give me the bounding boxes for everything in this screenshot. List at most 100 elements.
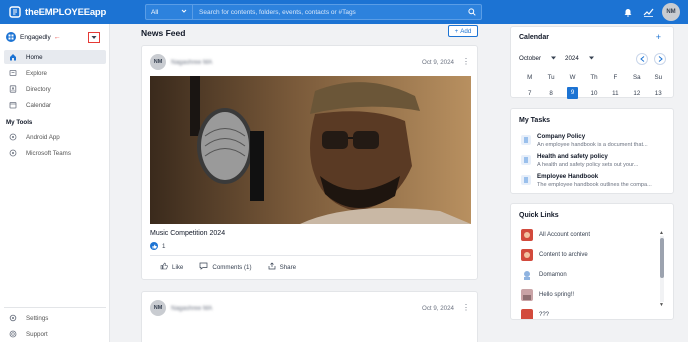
weekday-label: W xyxy=(569,73,576,81)
add-post-button[interactable]: + Add xyxy=(448,25,478,37)
sidebar-item-support[interactable]: Support xyxy=(4,327,106,341)
calendar-day[interactable]: 13 xyxy=(648,90,669,97)
logo-icon xyxy=(9,6,21,18)
link-thumbnail xyxy=(521,289,533,301)
sidebar-item-microsoft-teams[interactable]: Microsoft Teams xyxy=(4,146,106,160)
sidebar-item-directory[interactable]: Directory xyxy=(4,82,106,96)
month-select[interactable]: October xyxy=(519,55,557,62)
quick-link-item[interactable]: Content to archive xyxy=(521,248,661,262)
scroll-thumb[interactable] xyxy=(660,238,664,278)
weekday-label: Tu xyxy=(547,73,555,81)
post-image[interactable] xyxy=(150,76,471,224)
quick-link-label: Domamon xyxy=(539,272,567,278)
sidebar-item-label: Settings xyxy=(26,314,49,322)
support-icon xyxy=(9,330,17,338)
add-event-button[interactable]: + xyxy=(656,33,661,42)
search-icon[interactable] xyxy=(463,5,481,19)
previous-week-button[interactable] xyxy=(636,53,648,65)
post-author[interactable]: Nagashree MA xyxy=(171,305,212,312)
task-list-icon xyxy=(521,135,531,145)
app-icon xyxy=(9,133,17,141)
quick-link-item[interactable]: All Account content xyxy=(521,228,661,242)
more-options-icon[interactable]: ⋮ xyxy=(462,304,470,312)
post-divider xyxy=(150,255,471,256)
search-input[interactable] xyxy=(193,5,463,19)
weekday-label: F xyxy=(613,73,618,81)
like-button[interactable]: Like xyxy=(160,262,183,272)
month-value: October xyxy=(519,55,542,62)
post-header: NM Nagashree MA Oct 9, 2024 ⋮ xyxy=(150,54,470,70)
task-list-icon xyxy=(521,175,531,185)
task-item[interactable]: Health and safety policy A health and sa… xyxy=(521,153,669,173)
task-title: Employee Handbook xyxy=(537,173,599,180)
task-description: A health and safety policy sets out your… xyxy=(537,162,639,168)
sidebar-item-explore[interactable]: Explore xyxy=(4,66,106,80)
chevron-down-icon xyxy=(551,55,557,62)
quick-links-scrollbar[interactable]: ▲ ▼ xyxy=(659,230,664,308)
thumbs-up-icon xyxy=(150,242,158,250)
author-avatar[interactable]: NM xyxy=(150,300,166,316)
calendar-day[interactable]: 7 xyxy=(519,90,540,97)
sidebar-item-home[interactable]: Home xyxy=(4,50,106,64)
bell-icon[interactable] xyxy=(622,6,634,18)
calendar-icon xyxy=(9,101,17,109)
explore-icon xyxy=(9,69,17,77)
scroll-down-icon[interactable]: ▼ xyxy=(659,302,664,308)
sidebar-item-settings[interactable]: Settings xyxy=(4,311,106,325)
post-header: NM Nagashree MA Oct 9, 2024 ⋮ xyxy=(150,300,470,316)
thumbs-up-icon xyxy=(160,262,168,272)
share-icon xyxy=(268,262,276,272)
workspace-dropdown-button[interactable] xyxy=(88,32,100,43)
sidebar-item-label: Calendar xyxy=(26,101,52,109)
comments-button[interactable]: Comments (1) xyxy=(199,262,252,272)
link-thumbnail xyxy=(521,269,533,281)
calendar-panel: Calendar + October 2024 M Tu W Th F Sa S… xyxy=(510,26,674,99)
quick-link-item[interactable]: ??? xyxy=(521,308,661,319)
task-title: Health and safety policy xyxy=(537,153,608,160)
workspace-name: Engagedly xyxy=(20,33,51,41)
app-logo[interactable]: theEMPLOYEEapp xyxy=(9,6,143,18)
post-card: NM Nagashree MA Oct 9, 2024 ⋮ xyxy=(141,45,478,280)
post-author[interactable]: Nagashree MA xyxy=(171,59,212,66)
post-title[interactable]: Music Competition 2024 xyxy=(150,230,225,237)
share-button[interactable]: Share xyxy=(268,262,296,272)
weekday-row: M Tu W Th F Sa Su xyxy=(519,71,669,83)
year-select[interactable]: 2024 xyxy=(565,55,594,62)
next-week-button[interactable] xyxy=(654,53,666,65)
sidebar-item-label: Microsoft Teams xyxy=(26,149,71,157)
week-row: 7 8 9 10 11 12 13 xyxy=(519,87,669,99)
sidebar-item-android-app[interactable]: Android App xyxy=(4,130,106,144)
post-card: NM Nagashree MA Oct 9, 2024 ⋮ xyxy=(141,291,478,342)
quick-link-item[interactable]: Hello spring!! xyxy=(521,288,661,302)
calendar-day[interactable]: 11 xyxy=(605,90,626,97)
calendar-day-today[interactable]: 9 xyxy=(562,87,583,99)
analytics-icon[interactable] xyxy=(642,6,654,18)
sidebar-item-label: Explore xyxy=(26,69,47,77)
post-date: Oct 9, 2024 xyxy=(422,304,454,312)
sidebar-item-calendar[interactable]: Calendar xyxy=(4,98,106,112)
sidebar-item-label: Home xyxy=(26,53,43,61)
home-icon xyxy=(9,53,17,61)
calendar-day[interactable]: 12 xyxy=(626,90,647,97)
search-scope-label: All xyxy=(151,8,159,16)
calendar-title: Calendar xyxy=(519,34,549,41)
task-description: An employee handbook is a document that.… xyxy=(537,142,648,148)
comments-label: Comments (1) xyxy=(212,263,252,271)
more-options-icon[interactable]: ⋮ xyxy=(462,58,470,66)
sidebar-item-label: Support xyxy=(26,330,48,338)
reaction-summary[interactable]: 1 xyxy=(150,242,165,250)
workspace-switcher[interactable]: Engagedly ← xyxy=(6,30,106,44)
calendar-day[interactable]: 10 xyxy=(583,90,604,97)
weekday-label: Th xyxy=(590,73,598,81)
workspace-icon xyxy=(6,32,16,42)
user-avatar[interactable]: NM xyxy=(662,3,680,21)
calendar-day[interactable]: 8 xyxy=(540,90,561,97)
task-item[interactable]: Employee Handbook The employee handbook … xyxy=(521,173,669,193)
news-feed-title: News Feed xyxy=(141,28,186,38)
global-search: All xyxy=(145,4,482,20)
comment-icon xyxy=(199,262,208,272)
author-avatar[interactable]: NM xyxy=(150,54,166,70)
task-item[interactable]: Company Policy An employee handbook is a… xyxy=(521,133,669,153)
quick-link-item[interactable]: Domamon xyxy=(521,268,661,282)
search-scope-select[interactable]: All xyxy=(146,5,193,19)
